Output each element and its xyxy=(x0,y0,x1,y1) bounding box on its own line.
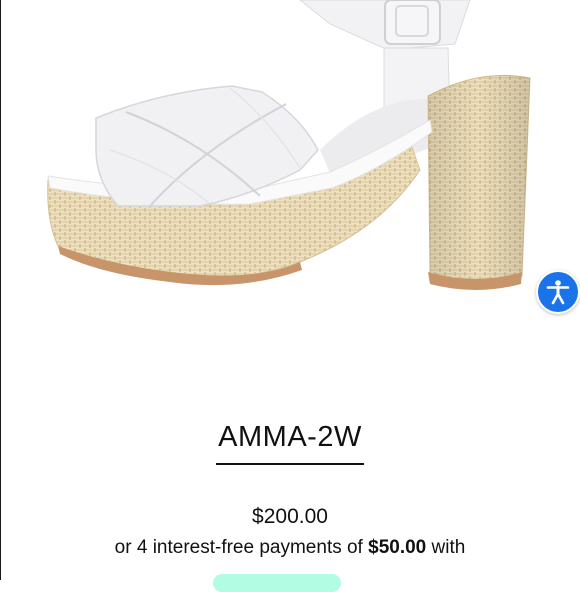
installments-suffix: with xyxy=(431,537,466,558)
product-title-container: AMMA-2W xyxy=(0,420,580,465)
installments-amount: $50.00 xyxy=(368,537,427,558)
product-price: $200.00 xyxy=(252,505,328,528)
product-title: AMMA-2W xyxy=(216,420,364,465)
accessibility-icon xyxy=(546,280,570,305)
installments-prefix: or 4 interest-free payments of xyxy=(114,537,363,558)
payment-provider-badge[interactable] xyxy=(213,574,341,592)
product-image[interactable] xyxy=(0,0,580,400)
accessibility-button[interactable] xyxy=(536,270,580,314)
installments-text: or 4 interest-free payments of $50.00 wi… xyxy=(0,537,580,559)
